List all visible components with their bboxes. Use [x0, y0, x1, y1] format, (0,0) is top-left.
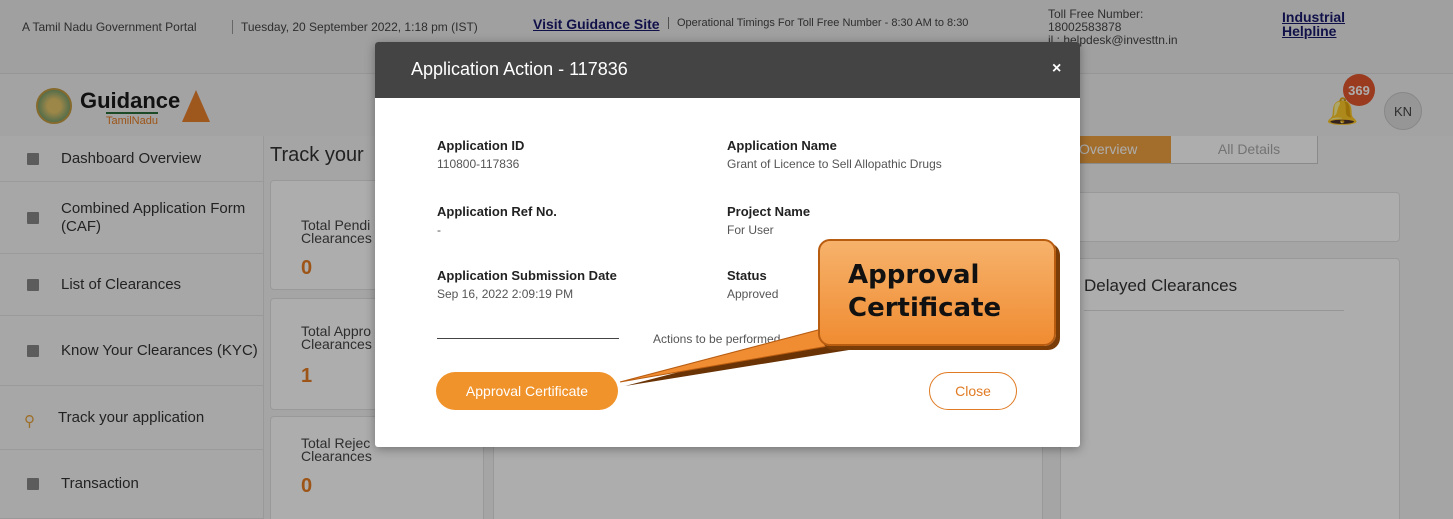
- project-name-label: Project Name: [727, 204, 811, 219]
- status-value: Approved: [727, 287, 779, 301]
- callout-text: Approval Certificate: [848, 260, 1002, 323]
- actions-text: Actions to be performed: [653, 332, 781, 346]
- modal-header: Application Action - 117836 ×: [375, 42, 1080, 98]
- submission-date-value: Sep 16, 2022 2:09:19 PM: [437, 287, 574, 301]
- annotation-callout: Approval Certificate: [818, 239, 1056, 346]
- status-label: Status: [727, 268, 767, 283]
- divider: [437, 338, 619, 339]
- submission-date-label: Application Submission Date: [437, 268, 617, 283]
- application-ref-label: Application Ref No.: [437, 204, 557, 219]
- approval-certificate-button[interactable]: Approval Certificate: [436, 372, 618, 410]
- application-name-value: Grant of Licence to Sell Allopathic Drug…: [727, 157, 942, 171]
- application-id-label: Application ID: [437, 138, 525, 153]
- application-id-value: 110800-117836: [437, 157, 520, 171]
- application-name-label: Application Name: [727, 138, 837, 153]
- close-icon[interactable]: ×: [1052, 60, 1061, 78]
- close-button[interactable]: Close: [929, 372, 1017, 410]
- application-ref-value: -: [437, 223, 441, 237]
- project-name-value: For User: [727, 223, 774, 237]
- modal-title: Application Action - 117836: [411, 59, 628, 79]
